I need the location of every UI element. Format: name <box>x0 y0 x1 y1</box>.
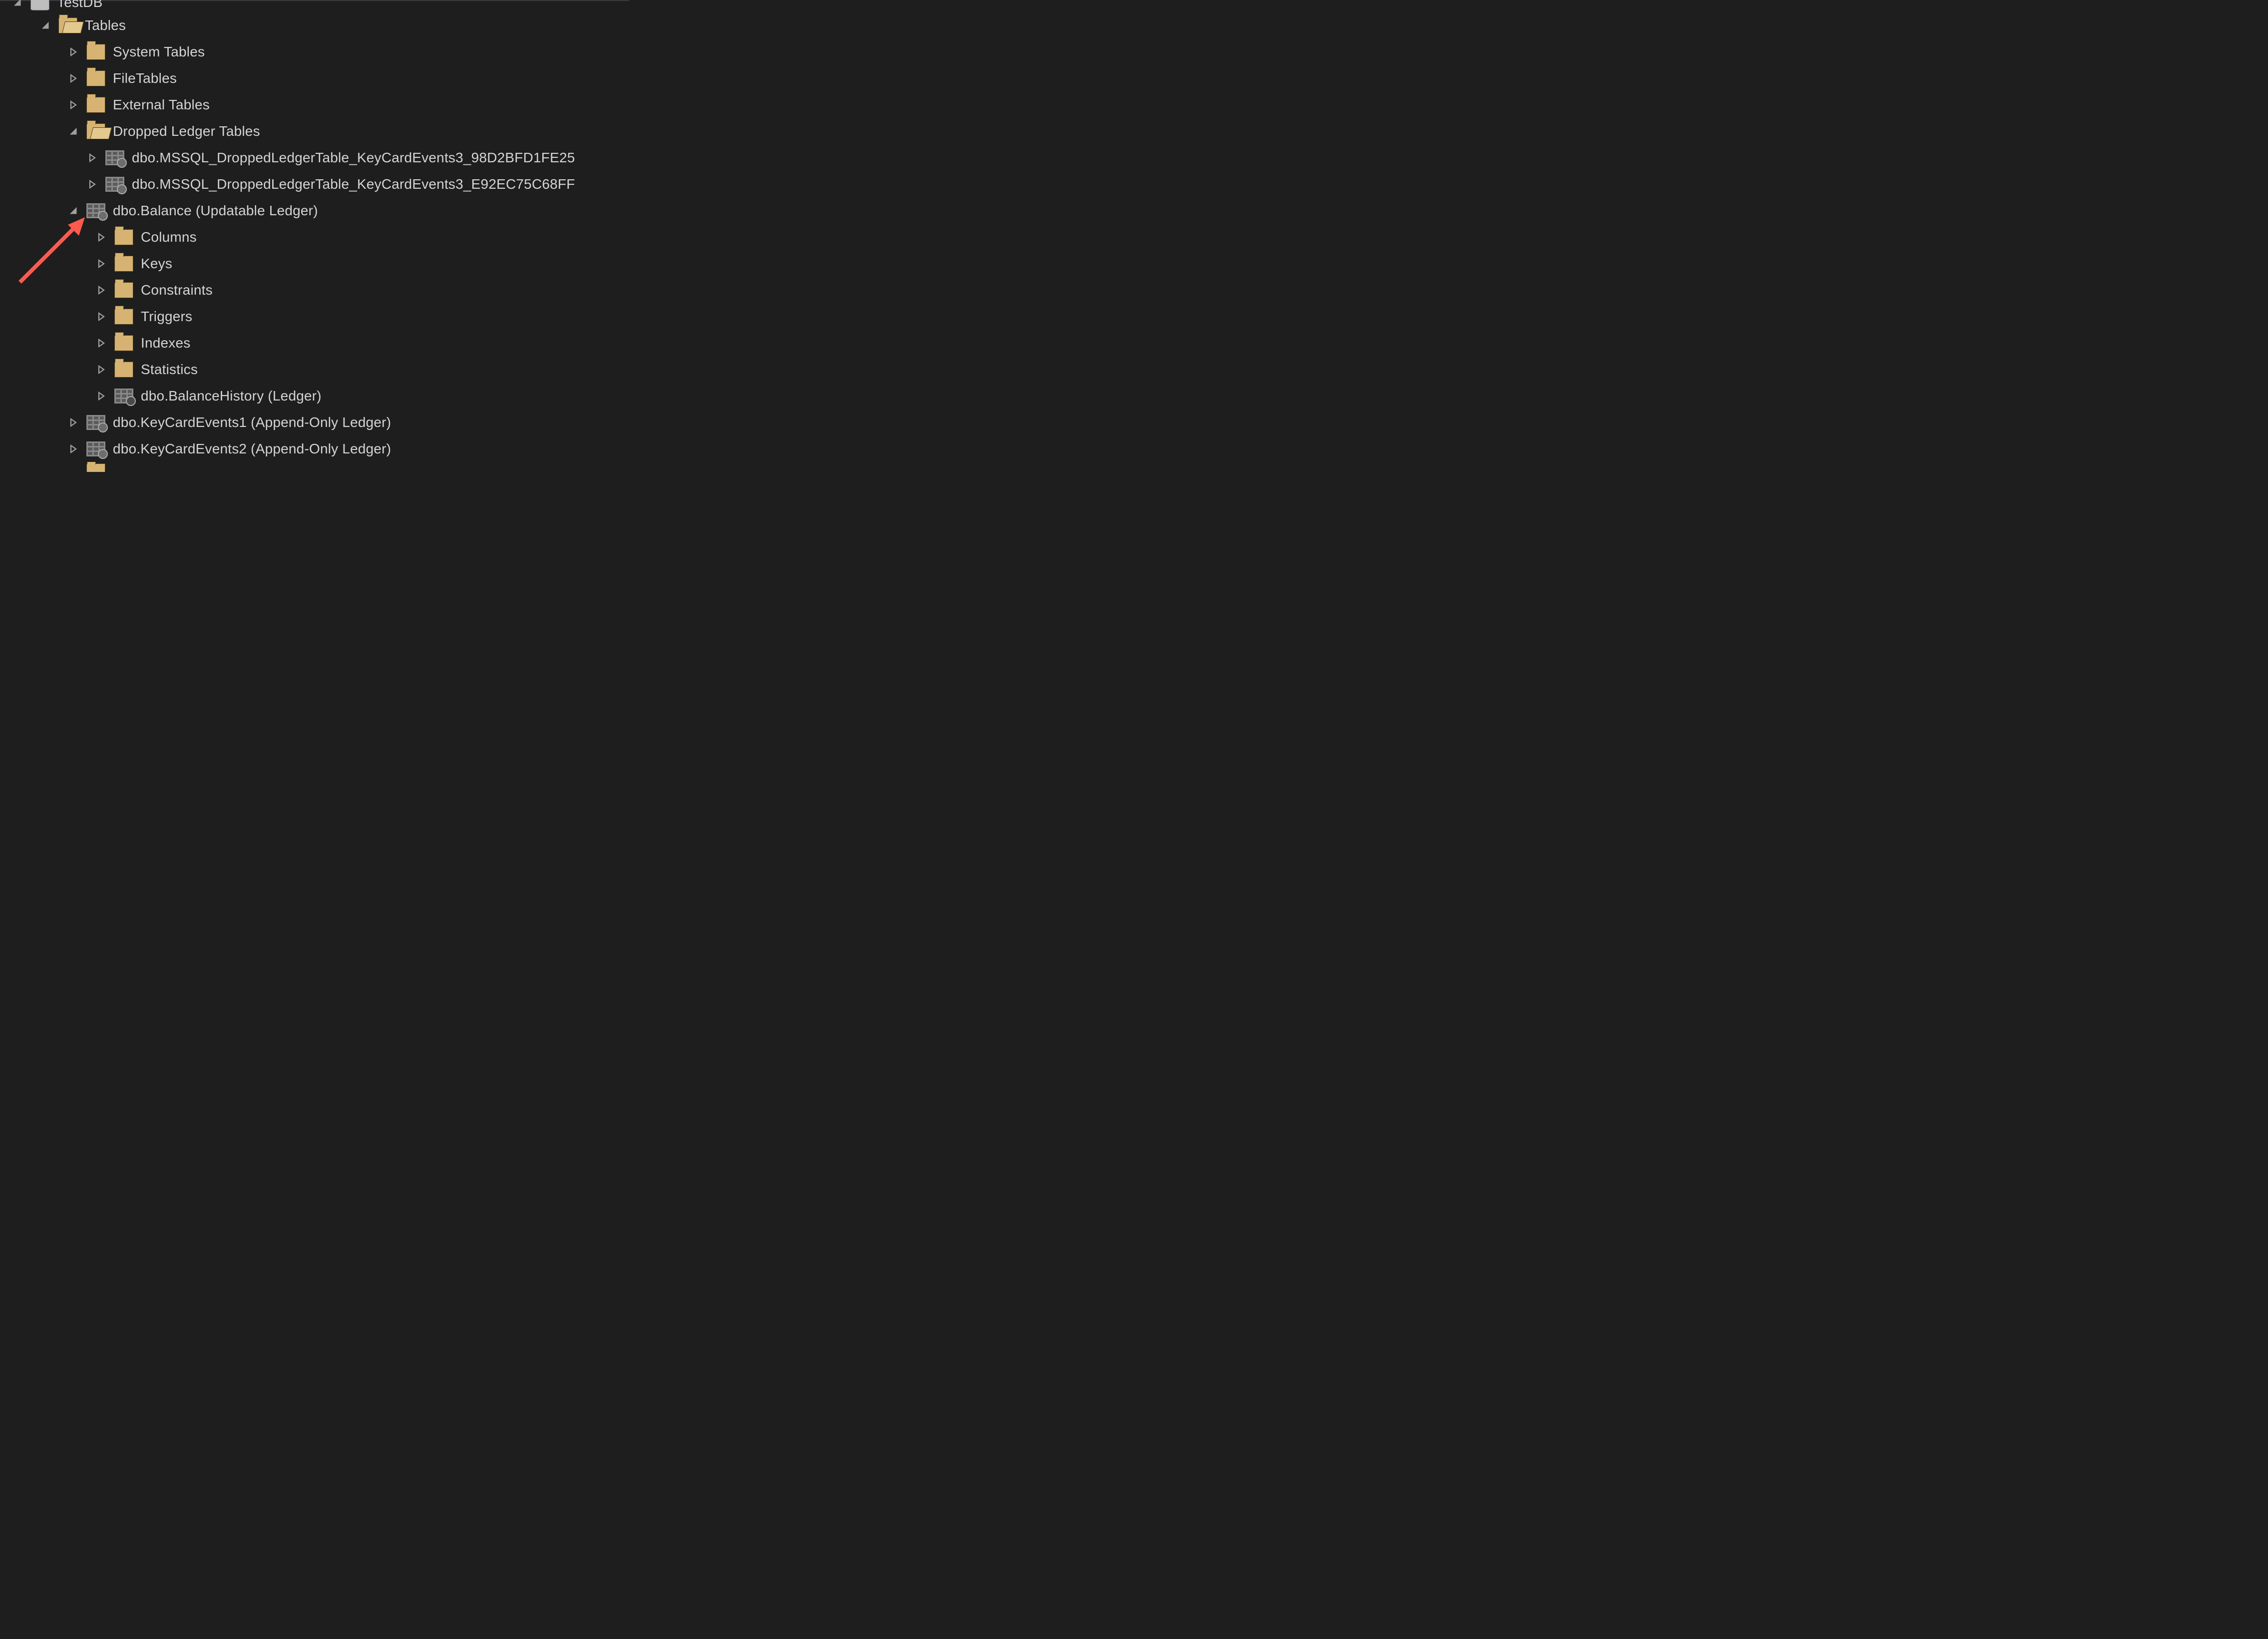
tree-node-system-tables[interactable]: System Tables <box>0 38 629 65</box>
tree-node-external-tables[interactable]: External Tables <box>0 91 629 118</box>
table-ledger-icon <box>105 174 125 194</box>
expand-toggle-icon[interactable] <box>95 390 108 403</box>
node-label: System Tables <box>113 44 205 60</box>
folder-icon <box>114 227 134 247</box>
folder-icon <box>86 95 106 115</box>
tree-node-statistics[interactable]: Statistics <box>0 356 629 383</box>
expand-toggle-icon[interactable] <box>95 310 108 323</box>
folder-icon <box>114 280 134 300</box>
folder-icon <box>114 254 134 274</box>
expand-toggle-icon[interactable] <box>95 337 108 350</box>
tree-node-table-keycardevents2[interactable]: dbo.KeyCardEvents2 (Append-Only Ledger) <box>0 435 629 462</box>
folder-icon <box>114 360 134 380</box>
expand-toggle-icon[interactable] <box>67 442 80 455</box>
expand-toggle-icon[interactable] <box>67 125 80 138</box>
tree-node-dropped-table[interactable]: dbo.MSSQL_DroppedLedgerTable_KeyCardEven… <box>0 144 629 171</box>
node-label: Columns <box>141 229 197 245</box>
table-ledger-icon <box>86 201 106 221</box>
node-label: dbo.KeyCardEvents1 (Append-Only Ledger) <box>113 414 391 430</box>
node-label: Triggers <box>141 309 192 325</box>
expand-toggle-icon[interactable] <box>67 98 80 111</box>
node-label: TestDB <box>57 0 102 10</box>
tree-node-dropped-ledger-tables[interactable]: Dropped Ledger Tables <box>0 118 629 144</box>
node-label: dbo.BalanceHistory (Ledger) <box>141 388 322 404</box>
tree-node-table-balance-history[interactable]: dbo.BalanceHistory (Ledger) <box>0 383 629 409</box>
folder-icon <box>86 68 106 88</box>
tree-node-table-balance[interactable]: dbo.Balance (Updatable Ledger) <box>0 197 629 224</box>
table-ledger-icon <box>86 412 106 432</box>
expand-toggle-icon[interactable] <box>67 72 80 85</box>
tree-node-database[interactable]: TestDB <box>0 0 629 12</box>
tree-node-tables[interactable]: Tables <box>0 12 629 38</box>
tree-node-dropped-table[interactable]: dbo.MSSQL_DroppedLedgerTable_KeyCardEven… <box>0 171 629 197</box>
expand-toggle-icon[interactable] <box>67 416 80 429</box>
folder-open-icon <box>58 15 78 35</box>
table-ledger-icon <box>105 148 125 168</box>
expand-toggle-icon[interactable] <box>95 284 108 297</box>
expand-toggle-icon[interactable] <box>86 151 99 164</box>
database-icon <box>30 0 50 12</box>
expand-toggle-icon[interactable] <box>95 231 108 244</box>
expand-toggle-icon[interactable] <box>11 0 24 9</box>
tree-node-partial[interactable] <box>0 462 629 472</box>
node-label: dbo.KeyCardEvents2 (Append-Only Ledger) <box>113 441 391 457</box>
node-label: dbo.MSSQL_DroppedLedgerTable_KeyCardEven… <box>132 176 575 192</box>
expand-toggle-icon[interactable] <box>67 204 80 217</box>
tree-node-columns[interactable]: Columns <box>0 224 629 250</box>
folder-icon <box>114 307 134 327</box>
object-explorer-tree[interactable]: TestDB Tables System Tables FileTables <box>0 1 629 472</box>
node-label: Tables <box>85 17 126 33</box>
node-label: External Tables <box>113 97 210 113</box>
folder-icon <box>114 333 134 353</box>
tree-node-filetables[interactable]: FileTables <box>0 65 629 91</box>
expand-toggle-icon[interactable] <box>67 45 80 58</box>
node-label: Statistics <box>141 362 198 378</box>
node-label: Keys <box>141 256 172 272</box>
table-ledger-icon <box>86 439 106 459</box>
node-label: dbo.MSSQL_DroppedLedgerTable_KeyCardEven… <box>132 150 575 166</box>
folder-open-icon <box>86 121 106 141</box>
tree-node-constraints[interactable]: Constraints <box>0 277 629 303</box>
node-label: Indexes <box>141 335 190 351</box>
tree-node-keys[interactable]: Keys <box>0 250 629 277</box>
folder-icon <box>86 462 106 472</box>
node-label: Dropped Ledger Tables <box>113 123 260 139</box>
node-label: FileTables <box>113 70 177 86</box>
table-history-icon <box>114 386 134 406</box>
folder-icon <box>86 42 106 62</box>
node-label: dbo.Balance (Updatable Ledger) <box>113 203 318 219</box>
expand-toggle-icon[interactable] <box>86 178 99 191</box>
tree-node-indexes[interactable]: Indexes <box>0 330 629 356</box>
tree-node-triggers[interactable]: Triggers <box>0 303 629 330</box>
expand-toggle-icon[interactable] <box>39 19 52 32</box>
expand-toggle-icon[interactable] <box>95 363 108 376</box>
expand-toggle-icon[interactable] <box>95 257 108 270</box>
tree-node-table-keycardevents1[interactable]: dbo.KeyCardEvents1 (Append-Only Ledger) <box>0 409 629 435</box>
node-label: Constraints <box>141 282 213 298</box>
